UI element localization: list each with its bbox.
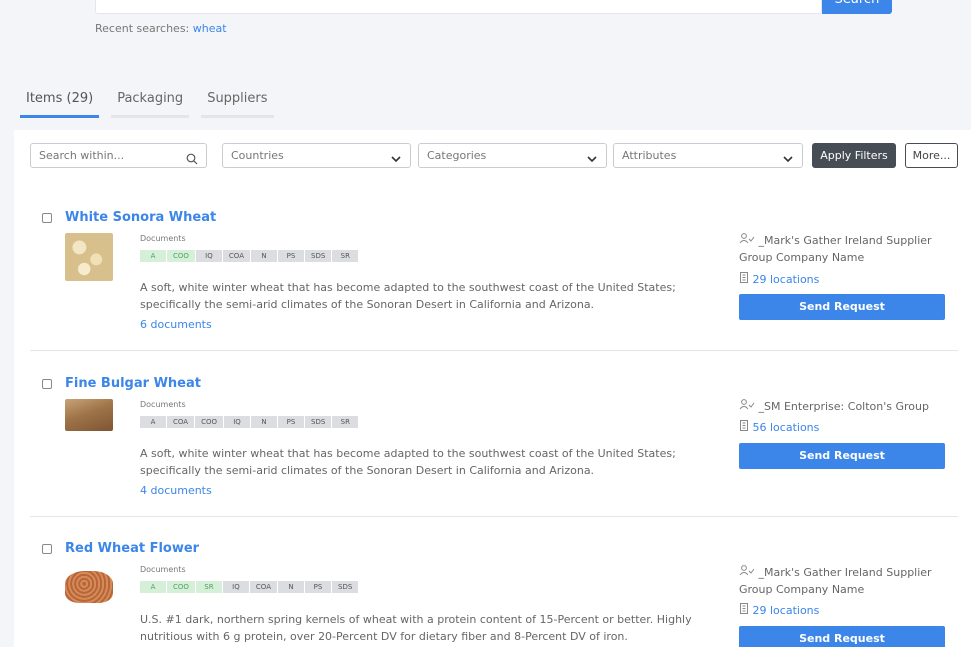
documents-label: Documents	[140, 234, 186, 243]
send-request-button[interactable]: Send Request	[739, 443, 945, 469]
search-icon	[186, 150, 198, 173]
send-request-button[interactable]: Send Request	[739, 626, 945, 647]
doc-badge: SR	[332, 416, 359, 428]
document-badges: A COO SR IQ COA N PS SDS	[140, 581, 359, 593]
supplier-text: _Mark's Gather Ireland Supplier Group Co…	[739, 566, 932, 596]
recent-searches-label: Recent searches:	[95, 22, 190, 35]
search-button[interactable]: Search	[822, 0, 892, 14]
locations-link[interactable]: 29 locations	[739, 272, 819, 286]
doc-badge: COO	[195, 416, 223, 428]
tab-packaging[interactable]: Packaging	[111, 88, 190, 118]
doc-badge: COA	[249, 581, 277, 593]
chevron-down-icon	[782, 150, 794, 173]
document-badges: A COA COO IQ N PS SDS SR	[140, 416, 359, 428]
supplier-text: _SM Enterprise: Colton's Group	[758, 400, 929, 413]
doc-badge: IQ	[222, 581, 249, 593]
tab-suppliers[interactable]: Suppliers	[201, 88, 274, 118]
doc-badge: SDS	[305, 250, 332, 262]
categories-select[interactable]: Categories	[418, 143, 607, 168]
user-check-icon	[739, 233, 759, 247]
search-within-input[interactable]: Search within...	[30, 143, 207, 168]
locations-link[interactable]: 56 locations	[739, 420, 819, 434]
categories-label: Categories	[427, 149, 487, 162]
supplier-name: _Mark's Gather Ireland Supplier Group Co…	[739, 232, 949, 266]
doc-badge: SR	[195, 581, 222, 593]
send-request-button[interactable]: Send Request	[739, 294, 945, 320]
attributes-select[interactable]: Attributes	[613, 143, 803, 168]
countries-label: Countries	[231, 149, 284, 162]
documents-link[interactable]: 4 documents	[140, 484, 212, 497]
attributes-label: Attributes	[622, 149, 677, 162]
search-within-placeholder: Search within...	[39, 149, 125, 162]
search-input[interactable]: wheat	[95, 0, 822, 14]
doc-badge: N	[251, 416, 277, 428]
chevron-down-icon	[390, 150, 402, 173]
doc-badge: COA	[167, 416, 195, 428]
apply-filters-button[interactable]: Apply Filters	[812, 143, 896, 168]
documents-label: Documents	[140, 565, 186, 574]
product-image	[65, 399, 113, 431]
item-title[interactable]: Red Wheat Flower	[65, 541, 199, 556]
user-check-icon	[739, 565, 759, 579]
doc-badge: IQ	[195, 250, 222, 262]
countries-select[interactable]: Countries	[222, 143, 411, 168]
doc-badge: N	[251, 250, 277, 262]
more-filters-button[interactable]: More...	[905, 143, 958, 168]
locations-text: 29 locations	[752, 273, 820, 286]
doc-badge: SR	[332, 250, 359, 262]
supplier-name: _Mark's Gather Ireland Supplier Group Co…	[739, 564, 949, 598]
item-description: U.S. #1 dark, northern spring kernels of…	[140, 613, 692, 643]
doc-badge: COO	[167, 581, 195, 593]
document-badges: A COO IQ COA N PS SDS SR	[140, 250, 359, 262]
chevron-down-icon	[586, 150, 598, 173]
doc-badge: A	[140, 581, 166, 593]
locations-link[interactable]: 29 locations	[739, 603, 819, 617]
item-checkbox[interactable]	[42, 544, 52, 554]
building-icon	[739, 603, 753, 617]
product-image	[65, 233, 113, 281]
doc-badge: COO	[167, 250, 195, 262]
documents-link[interactable]: 6 documents	[140, 318, 212, 331]
locations-text: 56 locations	[752, 421, 820, 434]
item-description: A soft, white winter wheat that has beco…	[140, 447, 676, 477]
result-tabs: Items (29) Packaging Suppliers	[20, 88, 274, 118]
item-checkbox[interactable]	[42, 213, 52, 223]
doc-badge: PS	[278, 250, 304, 262]
doc-badge: A	[140, 416, 166, 428]
product-image	[65, 571, 113, 603]
doc-badge: IQ	[224, 416, 250, 428]
recent-search-link[interactable]: wheat	[193, 22, 227, 35]
doc-badge: A	[140, 250, 166, 262]
tab-items[interactable]: Items (29)	[20, 88, 100, 118]
doc-badge: SDS	[332, 581, 359, 593]
building-icon	[739, 420, 753, 434]
recent-searches: Recent searches: wheat	[95, 22, 227, 35]
locations-text: 29 locations	[752, 604, 820, 617]
item-title[interactable]: Fine Bulgar Wheat	[65, 376, 201, 391]
item-checkbox[interactable]	[42, 379, 52, 389]
supplier-name: _SM Enterprise: Colton's Group	[739, 398, 949, 415]
doc-badge: N	[278, 581, 304, 593]
supplier-text: _Mark's Gather Ireland Supplier Group Co…	[739, 234, 932, 264]
user-check-icon	[739, 399, 759, 413]
doc-badge: COA	[222, 250, 250, 262]
divider	[30, 516, 958, 517]
item-title[interactable]: White Sonora Wheat	[65, 210, 216, 225]
item-description: A soft, white winter wheat that has beco…	[140, 281, 676, 311]
divider	[30, 350, 958, 351]
building-icon	[739, 272, 753, 286]
doc-badge: SDS	[305, 416, 332, 428]
documents-label: Documents	[140, 400, 186, 409]
doc-badge: PS	[278, 416, 304, 428]
doc-badge: PS	[305, 581, 331, 593]
